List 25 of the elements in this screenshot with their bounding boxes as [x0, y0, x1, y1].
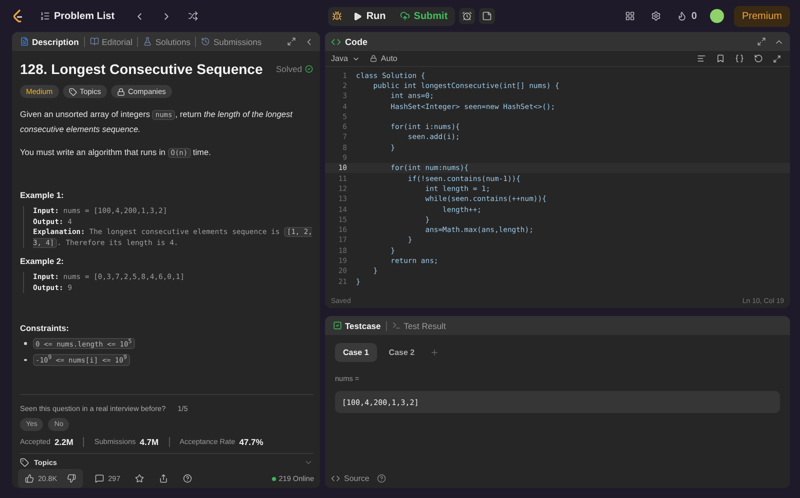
language-select[interactable]: Java — [331, 54, 360, 63]
panel-tab[interactable]: Solutions — [141, 36, 192, 46]
problem-list-button[interactable]: Problem List — [34, 8, 121, 24]
case-tab[interactable]: Case 2 — [380, 343, 423, 362]
submit-button[interactable]: Submit — [394, 8, 454, 24]
panel-tab[interactable]: Test Result — [390, 320, 448, 330]
streak-button[interactable]: 0 — [674, 8, 700, 24]
problem-title: 128. Longest Consecutive Sequence — [20, 61, 263, 77]
premium-button[interactable]: Premium — [734, 6, 790, 26]
case-tab[interactable]: Case 1 — [335, 343, 377, 362]
panel-tab[interactable]: Submissions — [199, 36, 264, 46]
solved-status: Solved — [276, 64, 313, 74]
auto-mode-button[interactable]: Auto — [370, 54, 398, 63]
example-heading: Example 1: — [20, 190, 65, 200]
panel-tab[interactable]: Testcase — [331, 320, 383, 330]
stat-value: 2.2M — [54, 436, 74, 447]
run-button[interactable]: Run — [347, 8, 392, 24]
constraints-heading: Constraints: — [20, 323, 70, 333]
source-button[interactable]: Source — [331, 474, 370, 483]
stat-value: 4.7M — [140, 436, 159, 447]
panel-tab[interactable]: Editorial — [88, 36, 134, 46]
code-panel-title: Code — [345, 36, 368, 46]
stat-value: 47.7% — [239, 436, 264, 447]
example-heading: Example 2: — [20, 256, 65, 266]
panel-tab[interactable]: Description — [18, 36, 81, 46]
